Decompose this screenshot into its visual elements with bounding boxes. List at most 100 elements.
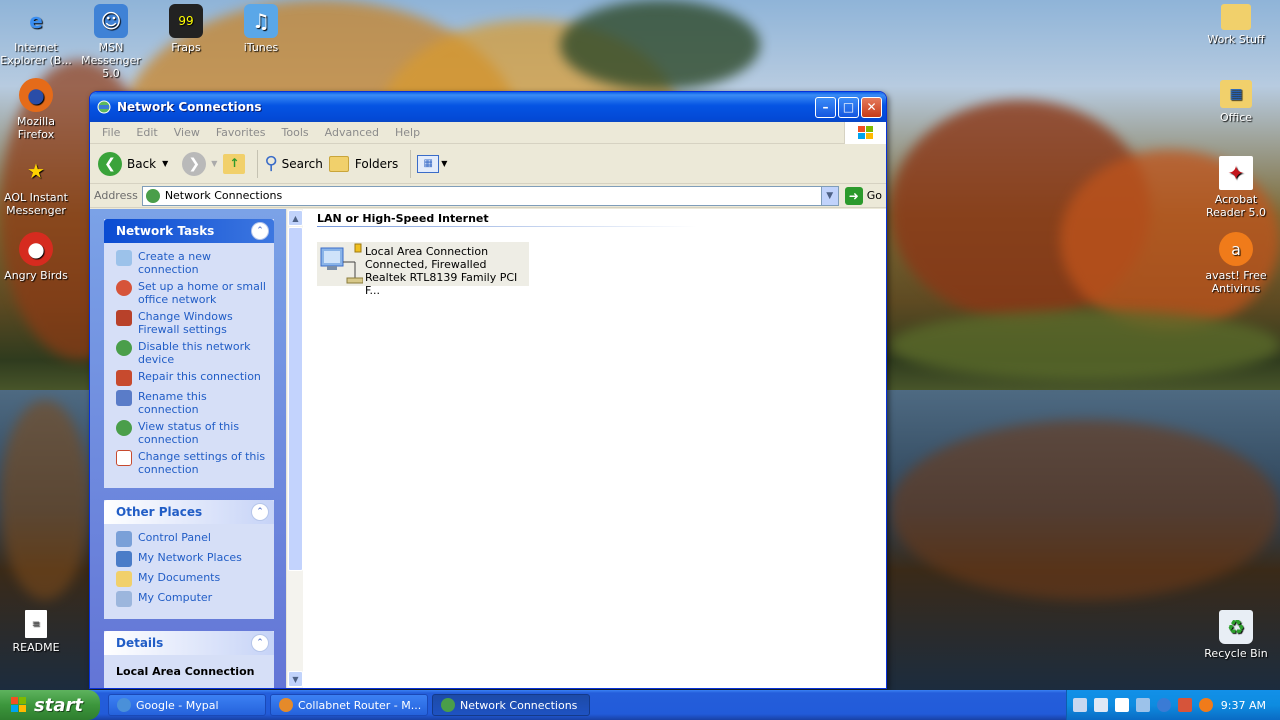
search-button[interactable]: ⚲ Search bbox=[264, 153, 322, 174]
task-home-network[interactable]: Set up a home or small office network bbox=[116, 280, 268, 306]
msn-messenger-icon: ☺ bbox=[94, 4, 128, 38]
collapse-chevron-icon[interactable]: ⌃ bbox=[251, 222, 269, 240]
back-button[interactable]: ❮ Back ▼ bbox=[98, 151, 168, 176]
collapse-chevron-icon[interactable]: ⌃ bbox=[251, 503, 269, 521]
place-control-panel[interactable]: Control Panel bbox=[116, 531, 268, 547]
task-view-status[interactable]: View status of this connection bbox=[116, 420, 268, 446]
desktop-icon-work-stuff[interactable]: Work Stuff bbox=[1198, 4, 1274, 46]
address-input[interactable]: Network Connections ▼ bbox=[141, 185, 839, 206]
details-header[interactable]: Details ⌃ bbox=[104, 631, 274, 655]
network-connections-icon bbox=[97, 100, 111, 114]
address-label: Address bbox=[94, 189, 138, 202]
window-titlebar[interactable]: Network Connections – □ ✕ bbox=[90, 92, 886, 122]
control-panel-icon bbox=[116, 531, 132, 547]
taskbar-button-network-connections[interactable]: Network Connections bbox=[432, 694, 590, 716]
scroll-down-icon[interactable]: ▼ bbox=[288, 671, 303, 687]
back-dropdown-icon[interactable]: ▼ bbox=[162, 159, 168, 168]
place-my-network-places[interactable]: My Network Places bbox=[116, 551, 268, 567]
desktop-icon-fraps[interactable]: 99 Fraps bbox=[148, 4, 224, 54]
desktop-icon-angry-birds[interactable]: ● Angry Birds bbox=[0, 232, 74, 282]
desktop-icon-recycle-bin[interactable]: ♻ Recycle Bin bbox=[1198, 610, 1274, 660]
task-firewall-settings[interactable]: Change Windows Firewall settings bbox=[116, 310, 268, 336]
status-icon bbox=[116, 420, 132, 436]
taskbar: start Google - Mypal Collabnet Router - … bbox=[0, 690, 1280, 720]
toolbar: ❮ Back ▼ ❯ ▼ ↑ ⚲ Search Folders ▦ ▼ bbox=[90, 144, 886, 184]
desktop-icon-office[interactable]: ▦ Office bbox=[1198, 80, 1274, 124]
connection-name: Local Area Connection bbox=[365, 245, 489, 258]
go-button[interactable]: ➜ Go bbox=[844, 186, 882, 205]
details-panel: Details ⌃ Local Area Connection bbox=[104, 631, 274, 688]
forward-dropdown-icon[interactable]: ▼ bbox=[211, 159, 217, 168]
clock[interactable]: 9:37 AM bbox=[1221, 699, 1266, 712]
desktop-icon-internet-explorer[interactable]: e Internet Explorer (B... bbox=[0, 4, 74, 68]
office-folder-icon: ▦ bbox=[1220, 80, 1252, 108]
tray-bluetooth-icon[interactable] bbox=[1157, 698, 1171, 712]
menu-advanced[interactable]: Advanced bbox=[317, 126, 387, 139]
collapse-chevron-icon[interactable]: ⌃ bbox=[251, 634, 269, 652]
tray-help-icon[interactable] bbox=[1115, 698, 1129, 712]
maximize-button[interactable]: □ bbox=[838, 96, 859, 118]
task-pane-scrollbar[interactable]: ▲ ▼ bbox=[286, 209, 303, 688]
settings-checklist-icon bbox=[116, 450, 132, 466]
network-connections-window[interactable]: Network Connections – □ ✕ File Edit View… bbox=[89, 91, 887, 689]
task-disable-device[interactable]: Disable this network device bbox=[116, 340, 268, 366]
desktop-icon-itunes[interactable]: ♫ iTunes bbox=[223, 4, 299, 54]
tray-tool-icon[interactable] bbox=[1073, 698, 1087, 712]
angry-birds-icon: ● bbox=[19, 232, 53, 266]
network-tasks-header[interactable]: Network Tasks ⌃ bbox=[104, 219, 274, 243]
recycle-bin-icon: ♻ bbox=[1219, 610, 1253, 644]
other-places-header[interactable]: Other Places ⌃ bbox=[104, 500, 274, 524]
connections-list: LAN or High-Speed Internet Local Area Co… bbox=[303, 209, 886, 688]
scrollbar-thumb[interactable] bbox=[288, 227, 303, 571]
tray-network-icon[interactable] bbox=[1094, 698, 1108, 712]
back-arrow-icon: ❮ bbox=[98, 151, 122, 176]
task-repair-connection[interactable]: Repair this connection bbox=[116, 370, 268, 386]
folders-button[interactable]: Folders bbox=[328, 155, 398, 172]
desktop-icon-firefox[interactable]: ● Mozilla Firefox bbox=[0, 78, 74, 141]
tray-firewall-icon[interactable] bbox=[1178, 698, 1192, 712]
home-network-icon bbox=[116, 280, 132, 296]
place-my-computer[interactable]: My Computer bbox=[116, 591, 268, 607]
task-create-connection[interactable]: Create a new connection bbox=[116, 250, 268, 276]
menu-help[interactable]: Help bbox=[387, 126, 428, 139]
close-button[interactable]: ✕ bbox=[861, 96, 882, 118]
fraps-icon: 99 bbox=[169, 4, 203, 38]
browser-icon bbox=[279, 698, 293, 712]
menu-file[interactable]: File bbox=[94, 126, 128, 139]
minimize-button[interactable]: – bbox=[815, 96, 836, 118]
address-bar: Address Network Connections ▼ ➜ Go bbox=[90, 184, 886, 208]
network-places-icon bbox=[116, 551, 132, 567]
repair-wrench-icon bbox=[116, 370, 132, 386]
taskbar-button-collabnet-router[interactable]: Collabnet Router - M... bbox=[270, 694, 428, 716]
menu-favorites[interactable]: Favorites bbox=[208, 126, 274, 139]
local-area-connection-item[interactable]: Local Area Connection Connected, Firewal… bbox=[317, 242, 529, 297]
windows-flag-icon bbox=[11, 697, 26, 712]
avast-icon: a bbox=[1219, 232, 1253, 266]
taskbar-button-google-mypal[interactable]: Google - Mypal bbox=[108, 694, 266, 716]
task-change-settings[interactable]: Change settings of this connection bbox=[116, 450, 268, 476]
tray-network-activity-icon[interactable] bbox=[1136, 698, 1150, 712]
menu-bar: File Edit View Favorites Tools Advanced … bbox=[90, 122, 886, 144]
desktop-icon-msn-messenger[interactable]: ☺ MSN Messenger 5.0 bbox=[73, 4, 149, 80]
menu-edit[interactable]: Edit bbox=[128, 126, 165, 139]
place-my-documents[interactable]: My Documents bbox=[116, 571, 268, 587]
desktop-icon-acrobat[interactable]: ✦ Acrobat Reader 5.0 bbox=[1198, 156, 1274, 219]
desktop-icon-aol-messenger[interactable]: ★ AOL Instant Messenger bbox=[0, 154, 74, 218]
scroll-up-icon[interactable]: ▲ bbox=[288, 210, 303, 226]
up-folder-button[interactable]: ↑ bbox=[223, 153, 246, 174]
address-dropdown-icon[interactable]: ▼ bbox=[820, 186, 838, 205]
views-button[interactable]: ▦ ▼ bbox=[417, 154, 447, 173]
desktop-icon-readme[interactable]: ≡ README bbox=[0, 610, 74, 654]
menu-tools[interactable]: Tools bbox=[274, 126, 317, 139]
disable-network-icon bbox=[116, 340, 132, 356]
menu-view[interactable]: View bbox=[166, 126, 208, 139]
forward-button[interactable]: ❯ ▼ bbox=[182, 151, 217, 176]
windows-logo-icon bbox=[844, 122, 886, 144]
search-icon: ⚲ bbox=[264, 153, 278, 174]
group-divider bbox=[317, 226, 697, 227]
start-button[interactable]: start bbox=[0, 690, 100, 720]
tray-avast-icon[interactable] bbox=[1199, 698, 1213, 712]
task-rename-connection[interactable]: Rename this connection bbox=[116, 390, 268, 416]
up-folder-icon: ↑ bbox=[223, 153, 246, 174]
desktop-icon-avast[interactable]: a avast! Free Antivirus bbox=[1198, 232, 1274, 295]
